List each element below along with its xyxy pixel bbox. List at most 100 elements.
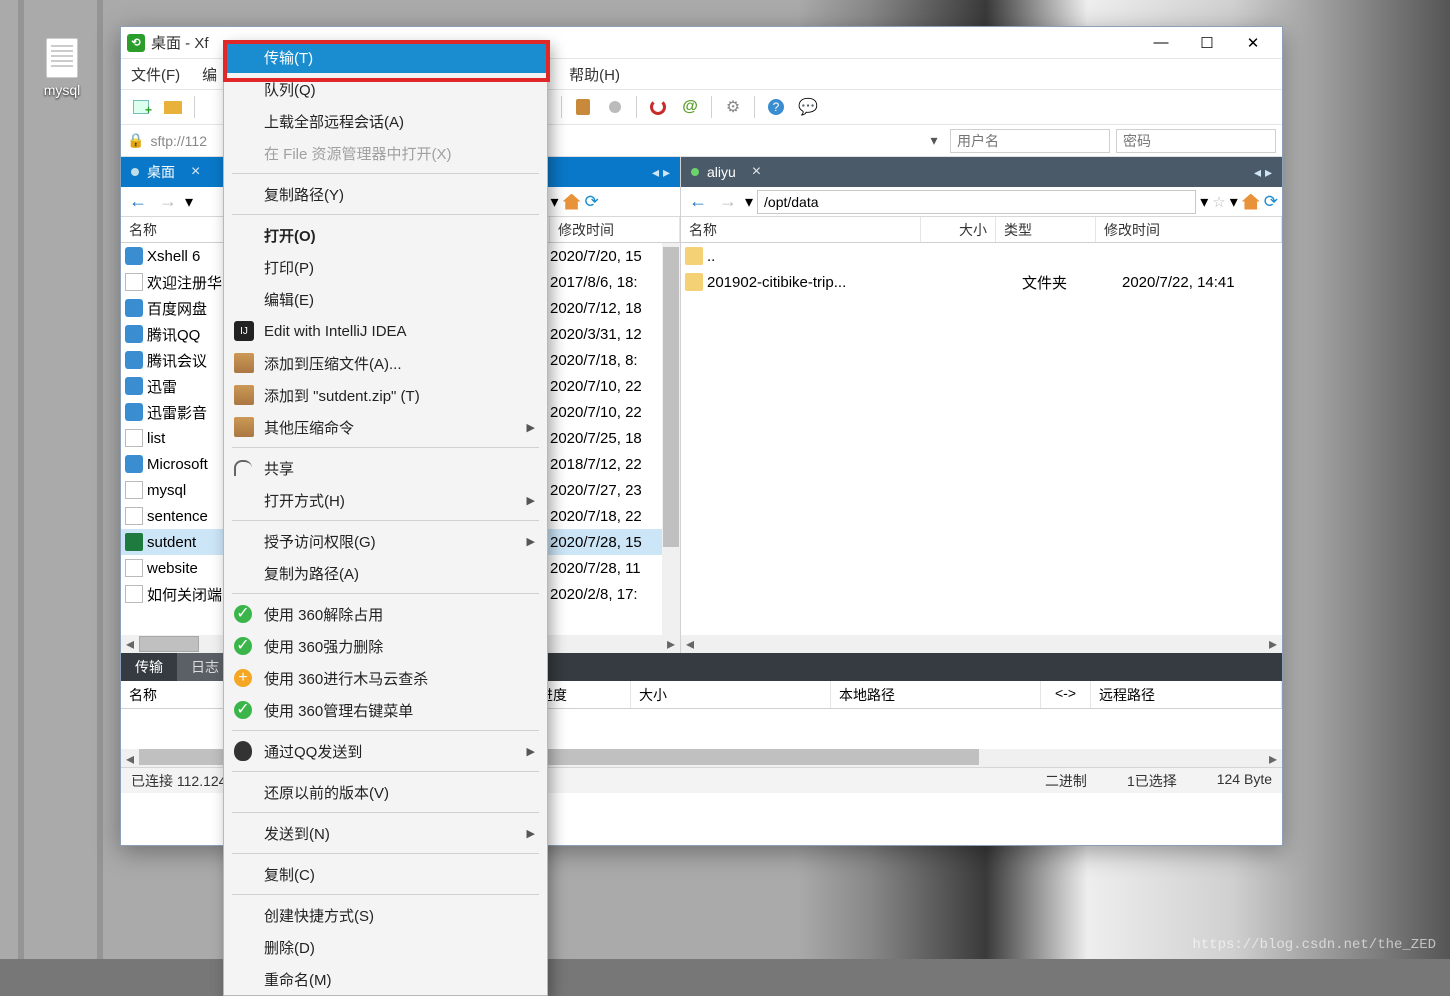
fav-dropdown[interactable]: ▾ (1230, 192, 1238, 212)
tb-chat[interactable]: 💬 (794, 94, 822, 120)
menu-item[interactable]: 重命名(M) (224, 963, 547, 995)
refresh-icon[interactable]: ⟳ (1264, 192, 1278, 212)
list-item[interactable]: .. (681, 243, 1282, 269)
menu-item[interactable]: 共享 (224, 452, 547, 484)
tab-next-icon[interactable]: ▸ (663, 164, 670, 181)
menu-item[interactable]: 创建快捷方式(S) (224, 899, 547, 931)
menu-help[interactable]: 帮助(H) (569, 64, 620, 85)
menu-item[interactable]: 打开方式(H) (224, 484, 547, 516)
maximize-button[interactable]: ☐ (1184, 27, 1230, 59)
col-mtime[interactable]: 修改时间 (1096, 217, 1282, 242)
xcol-direction[interactable]: <-> (1041, 681, 1091, 708)
menu-item[interactable]: 还原以前的版本(V) (224, 776, 547, 808)
address-dropdown[interactable]: ▾ (924, 132, 944, 149)
tab-transfer[interactable]: 传输 (121, 653, 177, 681)
remote-path-input[interactable] (757, 190, 1196, 214)
menu-item-label: 发送到(N) (264, 823, 330, 844)
col-mtime[interactable]: 修改时间 (550, 217, 680, 242)
tb-open[interactable] (159, 94, 187, 120)
archive-icon (234, 417, 254, 437)
menu-item-label: 复制(C) (264, 864, 315, 885)
tb-new-session[interactable] (127, 94, 155, 120)
menu-item-label: 添加到 "sutdent.zip" (T) (264, 385, 420, 406)
history-dropdown[interactable]: ▾ (185, 192, 193, 212)
home-icon[interactable] (563, 194, 581, 210)
tb-settings[interactable]: ⚙ (719, 94, 747, 120)
menu-item[interactable]: 其他压缩命令 (224, 411, 547, 443)
tb-dot-grey[interactable] (601, 94, 629, 120)
xcol-name[interactable]: 名称 (121, 681, 231, 708)
remote-columns-header[interactable]: 名称 大小 类型 修改时间 (681, 217, 1282, 243)
menu-edit[interactable]: 编 (202, 64, 217, 85)
menu-item-label: 创建快捷方式(S) (264, 905, 374, 926)
menu-item[interactable]: ✓使用 360强力删除 (224, 630, 547, 662)
menu-file[interactable]: 文件(F) (131, 64, 180, 85)
menu-item[interactable]: 发送到(N) (224, 817, 547, 849)
remote-path-bar: ← → ▾ ▾ ☆ ▾ ⟳ (681, 187, 1282, 217)
app-icon: ⟲ (127, 34, 145, 52)
close-tab-icon[interactable]: × (752, 163, 761, 181)
menu-item[interactable]: 上载全部远程会话(A) (224, 105, 547, 137)
menu-item-label: 重命名(M) (264, 969, 332, 990)
tb-help[interactable]: ? (762, 94, 790, 120)
password-input[interactable] (1116, 129, 1276, 153)
xcol-remote[interactable]: 远程路径 (1091, 681, 1282, 708)
tb-at-icon[interactable]: @ (676, 94, 704, 120)
menu-item[interactable]: ✓使用 360管理右键菜单 (224, 694, 547, 726)
xcol-local[interactable]: 本地路径 (831, 681, 1041, 708)
menu-item[interactable]: 通过QQ发送到 (224, 735, 547, 767)
menu-item-label: 复制路径(Y) (264, 184, 344, 205)
menu-item[interactable]: 复制(C) (224, 858, 547, 890)
username-input[interactable] (950, 129, 1110, 153)
menu-item[interactable]: 复制路径(Y) (224, 178, 547, 210)
menu-item[interactable]: 删除(D) (224, 931, 547, 963)
menu-item[interactable]: 打开(O) (224, 219, 547, 251)
address-text[interactable]: sftp://112 (150, 133, 207, 149)
menu-item[interactable]: 复制为路径(A) (224, 557, 547, 589)
list-item[interactable]: 201902-citibike-trip... 文件夹 2020/7/22, 1… (681, 269, 1282, 295)
col-type[interactable]: 类型 (996, 217, 1096, 242)
forward-button[interactable]: → (155, 191, 181, 212)
menu-item[interactable]: ✓使用 360解除占用 (224, 598, 547, 630)
col-size[interactable]: 大小 (921, 217, 996, 242)
desktop-icon-mysql[interactable]: mysql (26, 38, 98, 98)
path-dropdown[interactable]: ▾ (1200, 192, 1208, 212)
status-connection: 已连接 112.124 (131, 771, 226, 791)
scrollbar-horizontal[interactable]: ◂ ▸ (681, 635, 1282, 653)
close-tab-icon[interactable]: × (191, 163, 200, 181)
back-button[interactable]: ← (685, 191, 711, 212)
scrollbar-vertical[interactable] (662, 243, 680, 635)
tb-swirl[interactable] (644, 94, 672, 120)
menu-item[interactable]: IJEdit with IntelliJ IDEA (224, 315, 547, 347)
forward-button[interactable]: → (715, 191, 741, 212)
menu-item[interactable]: 添加到 "sutdent.zip" (T) (224, 379, 547, 411)
context-menu[interactable]: 传输(T)队列(Q)上载全部远程会话(A)在 File 资源管理器中打开(X)复… (223, 40, 548, 996)
tab-next-icon[interactable]: ▸ (1265, 164, 1272, 181)
tab-prev-icon[interactable]: ◂ (652, 164, 659, 181)
window-title: 桌面 - Xf (151, 32, 209, 53)
menu-item[interactable]: +使用 360进行木马云查杀 (224, 662, 547, 694)
xcol-size[interactable]: 大小 (631, 681, 831, 708)
qq-icon (234, 741, 252, 761)
col-name[interactable]: 名称 (681, 217, 921, 242)
favorite-icon[interactable]: ☆ (1212, 193, 1225, 211)
refresh-icon[interactable]: ⟳ (585, 192, 599, 212)
home-icon[interactable] (1242, 194, 1260, 210)
menu-item[interactable]: 编辑(E) (224, 283, 547, 315)
history-dropdown[interactable]: ▾ (745, 192, 753, 212)
fav-dropdown[interactable]: ▾ (551, 192, 559, 212)
tab-prev-icon[interactable]: ◂ (1254, 164, 1261, 181)
remote-file-list[interactable]: .. 201902-citibike-trip... 文件夹 2020/7/22… (681, 243, 1282, 635)
menu-item[interactable]: 打印(P) (224, 251, 547, 283)
menu-item[interactable]: 队列(Q) (224, 73, 547, 105)
menu-item[interactable]: 授予访问权限(G) (224, 525, 547, 557)
menu-item[interactable]: 添加到压缩文件(A)... (224, 347, 547, 379)
close-button[interactable]: ✕ (1230, 27, 1276, 59)
file-icon (125, 247, 143, 265)
back-button[interactable]: ← (125, 191, 151, 212)
menu-item-label: 使用 360管理右键菜单 (264, 700, 413, 721)
menu-item[interactable]: 传输(T) (224, 41, 547, 73)
minimize-button[interactable]: — (1138, 27, 1184, 59)
tb-paste[interactable] (569, 94, 597, 120)
remote-tab[interactable]: aliyu × ◂▸ (681, 157, 1282, 187)
